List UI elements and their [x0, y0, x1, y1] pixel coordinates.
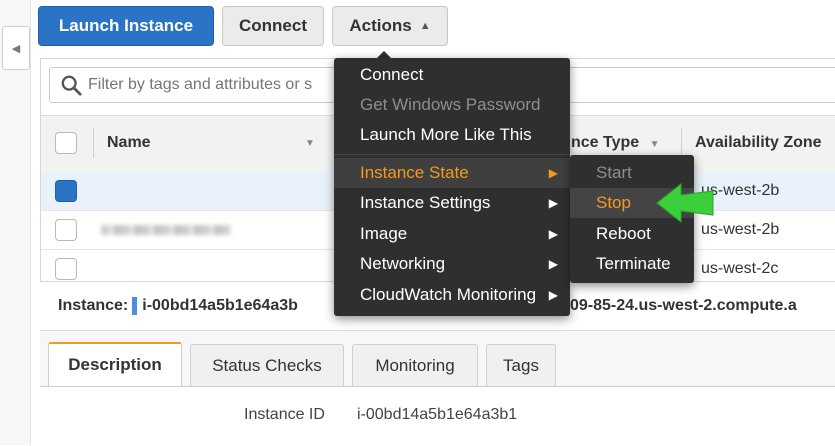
menu-item-connect[interactable]: Connect — [334, 60, 570, 90]
caret-up-icon: ▲ — [419, 20, 431, 32]
menu-item-label: Stop — [596, 193, 631, 212]
connect-button[interactable]: Connect — [222, 6, 324, 46]
tab-tags[interactable]: Tags — [486, 344, 556, 386]
menu-item-label: Image — [360, 224, 408, 243]
menu-item-label: CloudWatch Monitoring — [360, 285, 537, 304]
green-pointer-arrow-icon — [656, 182, 714, 224]
menu-item-get-windows-password: Get Windows Password — [334, 90, 570, 120]
column-header-instance-type-label: nce Type — [571, 134, 640, 151]
menu-item-label: Networking — [360, 254, 446, 273]
tab-status-checks[interactable]: Status Checks — [190, 344, 344, 386]
menu-item-image[interactable]: Image ▶ — [334, 219, 570, 249]
menu-item-instance-settings[interactable]: Instance Settings ▶ — [334, 188, 570, 218]
instance-marker — [132, 297, 138, 315]
column-header-availability-zone[interactable]: Availability Zone — [695, 134, 822, 152]
actions-menu: Connect Get Windows Password Launch More… — [334, 58, 570, 316]
tab-monitoring[interactable]: Monitoring — [352, 344, 478, 386]
menu-item-label: Connect — [360, 65, 424, 84]
menu-separator — [334, 154, 570, 155]
collapse-sidebar-button[interactable]: ◀ — [2, 26, 30, 70]
menu-item-label: Start — [596, 163, 632, 182]
chevron-left-icon: ◀ — [11, 42, 21, 55]
left-rail: ◀ — [0, 0, 31, 445]
caret-right-icon: ▶ — [548, 288, 558, 302]
menu-item-label: Terminate — [596, 254, 671, 273]
actions-label: Actions — [349, 16, 412, 35]
select-all-checkbox[interactable] — [55, 132, 77, 154]
column-header-name[interactable]: Name — [107, 134, 151, 152]
actions-button[interactable]: Actions ▲ — [332, 6, 448, 46]
row-checkbox[interactable] — [55, 258, 77, 280]
instance-id: i-00bd14a5b1e64a3b — [142, 297, 298, 315]
menu-item-cloudwatch-monitoring[interactable]: CloudWatch Monitoring ▶ — [334, 280, 570, 310]
menu-item-terminate[interactable]: Terminate — [570, 249, 694, 279]
public-dns-fragment: 09-85-24.us-west-2.compute.a — [570, 297, 797, 314]
launch-instance-button[interactable]: Launch Instance — [38, 6, 214, 46]
sort-caret-icon: ▼ — [649, 139, 660, 150]
caret-right-icon: ▶ — [548, 166, 558, 180]
menu-item-label: Reboot — [596, 224, 651, 243]
instance-id-value: i-00bd14a5b1e64a3b1 — [357, 406, 518, 423]
column-divider — [93, 128, 94, 158]
menu-item-label: Instance Settings — [360, 193, 491, 212]
caret-right-icon: ▶ — [548, 196, 558, 210]
menu-item-networking[interactable]: Networking ▶ — [334, 249, 570, 279]
column-header-az-label: Availability Zone — [695, 134, 822, 151]
selected-instance-line: Instance: i-00bd14a5b1e64a3b — [58, 297, 298, 315]
caret-right-icon: ▶ — [548, 227, 558, 241]
blurred-instance-name — [101, 225, 231, 235]
menu-item-launch-more-like-this[interactable]: Launch More Like This — [334, 120, 570, 150]
menu-item-label: Launch More Like This — [360, 125, 532, 144]
row-az: us-west-2c — [701, 260, 779, 277]
menu-item-label: Instance State — [360, 163, 469, 182]
caret-right-icon: ▶ — [548, 257, 558, 271]
tab-description[interactable]: Description — [48, 342, 182, 386]
column-divider — [681, 128, 682, 158]
instance-label: Instance: — [58, 297, 129, 315]
row-checkbox[interactable] — [55, 180, 77, 202]
column-header-instance-type[interactable]: nce Type ▼ — [571, 134, 660, 152]
instance-id-label: Instance ID — [244, 406, 325, 423]
search-icon — [61, 75, 82, 96]
menu-item-instance-state[interactable]: Instance State ▶ — [334, 158, 570, 188]
menu-item-label: Get Windows Password — [360, 95, 541, 114]
sort-caret-icon[interactable]: ▼ — [305, 138, 315, 149]
row-checkbox[interactable] — [55, 219, 77, 241]
column-header-name-label: Name — [107, 134, 151, 151]
